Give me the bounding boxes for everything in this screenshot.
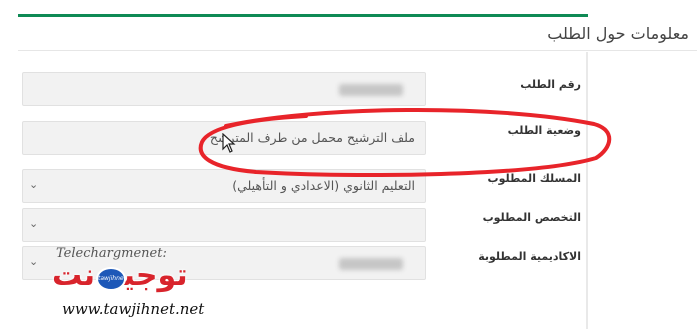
chevron-down-icon: ⌄: [29, 178, 39, 191]
chevron-down-icon: ⌄: [29, 255, 39, 268]
mouse-pointer-icon: [222, 133, 236, 153]
section-title: معلومات حول الطلب: [547, 24, 689, 43]
accent-bar: [18, 14, 588, 17]
required-specialty-select[interactable]: ⌄: [22, 208, 426, 242]
chevron-down-icon: ⌄: [29, 217, 39, 230]
request-number-field: [22, 72, 426, 106]
required-specialty-label: التخصص المطلوب: [482, 211, 581, 224]
annotation-ellipse: [198, 108, 612, 178]
redacted-value: [339, 84, 403, 96]
watermark-url: www.tawjihnet.net: [62, 300, 205, 318]
redacted-value: [339, 258, 403, 270]
panel-divider: [586, 52, 588, 329]
watermark-logo-badge: tawjihnet: [96, 267, 126, 291]
required-academy-label: الاكاديمية المطلوبة: [478, 250, 581, 263]
request-info-panel: معلومات حول الطلب رقم الطلب وضعية الطلب …: [0, 0, 697, 329]
request-number-label: رقم الطلب: [520, 78, 581, 91]
title-divider: [18, 50, 697, 51]
